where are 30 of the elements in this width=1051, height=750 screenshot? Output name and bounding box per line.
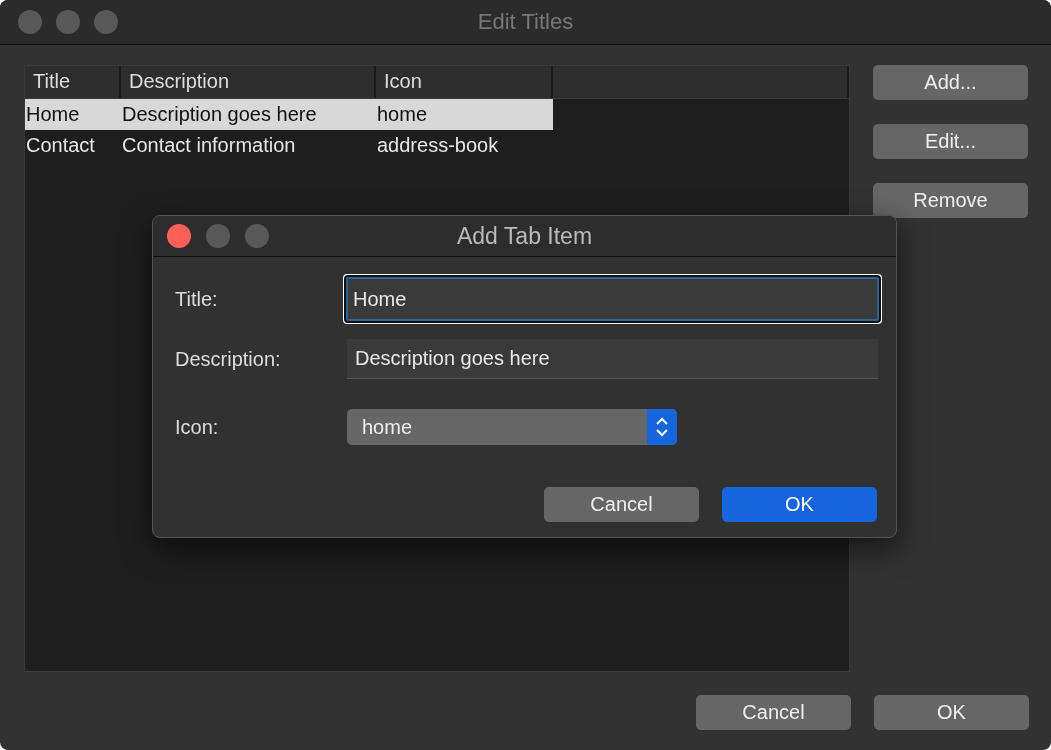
stepper-icon bbox=[655, 416, 669, 438]
minimize-button[interactable] bbox=[56, 10, 80, 34]
zoom-button[interactable] bbox=[245, 224, 269, 248]
dialog-title: Add Tab Item bbox=[455, 222, 594, 250]
table-cell-text: Contact bbox=[25, 134, 96, 157]
table-cell-text: home bbox=[376, 103, 429, 126]
field-label: Icon: bbox=[175, 415, 220, 439]
table-cell-text: Contact information bbox=[121, 134, 297, 157]
table-row[interactable]: Home Description goes here home bbox=[25, 99, 553, 130]
side-button[interactable]: Remove bbox=[873, 183, 1028, 218]
minimize-button[interactable] bbox=[206, 224, 230, 248]
table-row[interactable]: Contact Contact information address-book bbox=[25, 130, 553, 161]
table-cell-text: Description goes here bbox=[121, 103, 318, 126]
ok-button[interactable]: OK bbox=[722, 487, 877, 522]
footer-button[interactable]: OK bbox=[874, 695, 1029, 730]
close-button[interactable] bbox=[18, 10, 42, 34]
table-cell-text: address-book bbox=[376, 134, 500, 157]
dialog-button[interactable]: Cancel bbox=[544, 487, 699, 522]
close-button[interactable] bbox=[167, 224, 191, 248]
field-label: Title: bbox=[175, 287, 219, 311]
footer-button[interactable]: Cancel bbox=[696, 695, 851, 730]
window-title: Edit Titles bbox=[476, 9, 575, 35]
field-label: Description: bbox=[175, 347, 282, 371]
side-button[interactable]: Edit... bbox=[873, 124, 1028, 159]
text-field[interactable]: Description goes here bbox=[347, 339, 878, 379]
icon-dropdown[interactable]: home bbox=[347, 409, 677, 445]
side-button[interactable]: Add... bbox=[873, 65, 1028, 100]
text-field[interactable]: Home bbox=[344, 275, 881, 323]
zoom-button[interactable] bbox=[94, 10, 118, 34]
table-cell-text: Home bbox=[25, 103, 81, 126]
